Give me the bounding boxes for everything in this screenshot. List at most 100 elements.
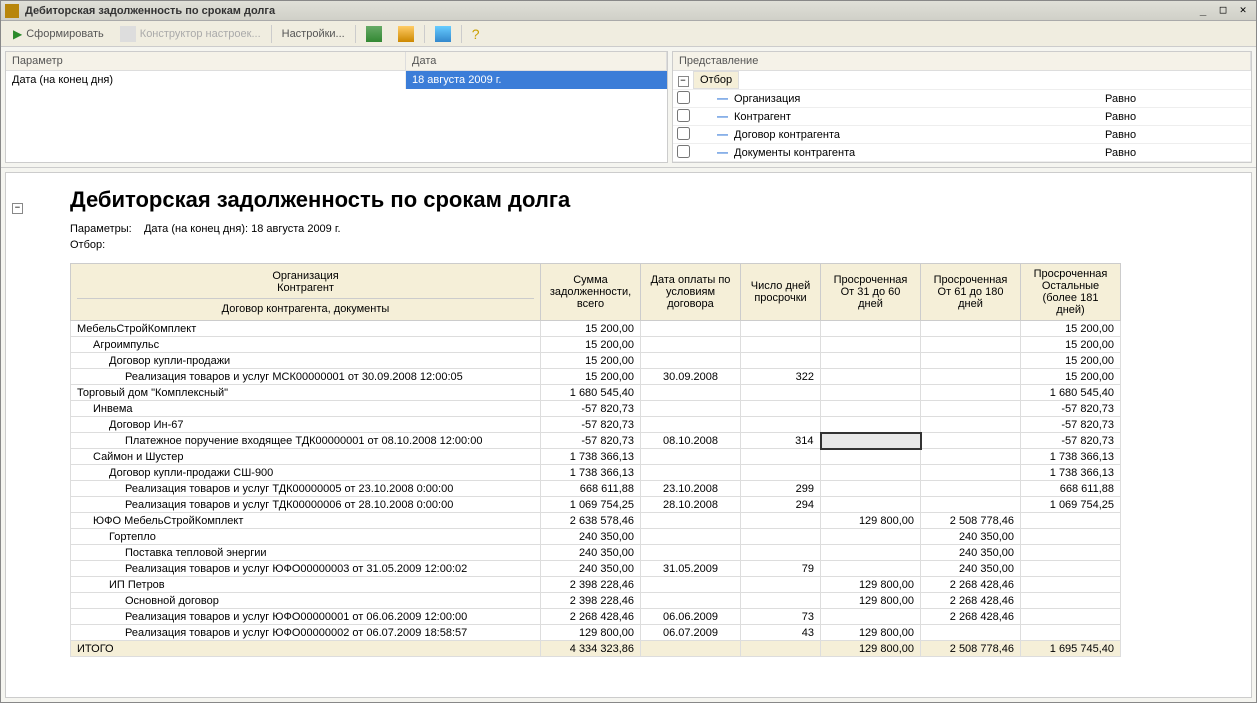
cell-over-31-60 — [821, 545, 921, 561]
cell-days: 322 — [741, 369, 821, 385]
cell-name: Агроимпульс — [71, 337, 541, 353]
cell-name: ИП Петров — [71, 577, 541, 593]
cell-over-31-60 — [821, 449, 921, 465]
cell-over-other: -57 820,73 — [1021, 417, 1121, 433]
filter-checkbox[interactable] — [673, 91, 693, 107]
table-row[interactable]: Реализация товаров и услуг ТДК00000005 о… — [71, 481, 1121, 497]
minimize-button[interactable]: _ — [1194, 3, 1212, 19]
filter-row[interactable]: —Договор контрагентаРавно — [673, 126, 1251, 144]
tool-icon-2[interactable] — [392, 24, 420, 44]
cell-over-other: 1 738 366,13 — [1021, 465, 1121, 481]
table-row[interactable]: МебельСтройКомплект15 200,0015 200,00 — [71, 321, 1121, 337]
cell-over-61-180: 240 350,00 — [921, 529, 1021, 545]
cell-over-61-180 — [921, 465, 1021, 481]
table-row[interactable]: Гортепло240 350,00240 350,00 — [71, 529, 1121, 545]
param-value[interactable]: 18 августа 2009 г. — [406, 71, 667, 89]
cell-date — [641, 353, 741, 369]
cell-sum: 1 738 366,13 — [541, 449, 641, 465]
totals-sum: 4 334 323,86 — [541, 641, 641, 657]
filter-checkbox[interactable] — [673, 127, 693, 143]
cell-name: Реализация товаров и услуг ТДК00000005 о… — [71, 481, 541, 497]
filter-header-label: Представление — [673, 52, 1251, 70]
constructor-label: Конструктор настроек... — [140, 28, 261, 40]
tool-icon-1[interactable] — [360, 24, 388, 44]
cell-over-other: 1 069 754,25 — [1021, 497, 1121, 513]
filter-row[interactable]: —Документы контрагентаРавно — [673, 144, 1251, 162]
filter-root[interactable]: − Отбор — [673, 71, 1251, 90]
cell-days: 79 — [741, 561, 821, 577]
table-row[interactable]: ИП Петров2 398 228,46129 800,002 268 428… — [71, 577, 1121, 593]
filter-relation: Равно — [1101, 127, 1251, 143]
expand-icon[interactable]: − — [673, 74, 693, 87]
filter-relation: Равно — [1101, 145, 1251, 161]
cell-over-other: 668 611,88 — [1021, 481, 1121, 497]
separator — [424, 25, 425, 43]
play-icon: ▶ — [13, 27, 22, 41]
cell-sum: 15 200,00 — [541, 337, 641, 353]
cell-name: Инвема — [71, 401, 541, 417]
filter-row[interactable]: —ОрганизацияРавно — [673, 90, 1251, 108]
cell-over-61-180 — [921, 497, 1021, 513]
settings-button[interactable]: Настройки... — [276, 26, 351, 42]
generate-button[interactable]: ▶ Сформировать — [7, 25, 110, 43]
table-row[interactable]: Договор Ин-67-57 820,73-57 820,73 — [71, 417, 1121, 433]
tool-icon-3[interactable] — [429, 24, 457, 44]
cell-over-other — [1021, 513, 1121, 529]
cell-sum: 240 350,00 — [541, 545, 641, 561]
table-row[interactable]: Агроимпульс15 200,0015 200,00 — [71, 337, 1121, 353]
table-row[interactable]: Основной договор2 398 228,46129 800,002 … — [71, 593, 1121, 609]
cell-name: МебельСтройКомплект — [71, 321, 541, 337]
table-row[interactable]: Договор купли-продажи15 200,0015 200,00 — [71, 353, 1121, 369]
table-row[interactable]: Реализация товаров и услуг ЮФО00000003 о… — [71, 561, 1121, 577]
window-title: Дебиторская задолженность по срокам долг… — [25, 5, 1192, 17]
table-row[interactable]: Торговый дом "Комплексный"1 680 545,401 … — [71, 385, 1121, 401]
table-row[interactable]: Реализация товаров и услуг ТДК00000006 о… — [71, 497, 1121, 513]
document-in-icon — [398, 26, 414, 42]
cell-days — [741, 417, 821, 433]
cell-over-61-180: 2 268 428,46 — [921, 577, 1021, 593]
filter-name: —Организация — [693, 91, 1101, 107]
cell-date — [641, 545, 741, 561]
header-days: Число дней просрочки — [741, 264, 821, 321]
dash-icon: — — [717, 147, 728, 159]
table-row[interactable]: Реализация товаров и услуг ЮФО00000001 о… — [71, 609, 1121, 625]
cell-over-31-60 — [821, 401, 921, 417]
maximize-button[interactable]: □ — [1214, 3, 1232, 19]
table-row[interactable]: Реализация товаров и услуг ЮФО00000002 о… — [71, 625, 1121, 641]
cell-over-61-180 — [921, 625, 1021, 641]
report-table: Организация Контрагент Договор контраген… — [70, 263, 1121, 657]
totals-other: 1 695 745,40 — [1021, 641, 1121, 657]
collapse-all-icon[interactable]: − — [12, 201, 23, 214]
cell-over-61-180 — [921, 449, 1021, 465]
filter-checkbox[interactable] — [673, 145, 693, 161]
cell-over-61-180 — [921, 401, 1021, 417]
cell-days — [741, 321, 821, 337]
filter-relation: Равно — [1101, 91, 1251, 107]
close-button[interactable]: ✕ — [1234, 3, 1252, 19]
cell-over-other: -57 820,73 — [1021, 433, 1121, 449]
table-row[interactable]: Платежное поручение входящее ТДК00000001… — [71, 433, 1121, 449]
cell-over-61-180 — [921, 433, 1021, 449]
filter-panel: Представление − Отбор —ОрганизацияРавно—… — [672, 51, 1252, 163]
table-row[interactable]: Инвема-57 820,73-57 820,73 — [71, 401, 1121, 417]
filter-checkbox[interactable] — [673, 109, 693, 125]
cell-over-61-180: 2 268 428,46 — [921, 593, 1021, 609]
table-row[interactable]: Саймон и Шустер1 738 366,131 738 366,13 — [71, 449, 1121, 465]
cell-date — [641, 321, 741, 337]
filter-name: —Контрагент — [693, 109, 1101, 125]
constructor-button[interactable]: Конструктор настроек... — [114, 24, 267, 44]
cell-name: ЮФО МебельСтройКомплект — [71, 513, 541, 529]
cell-over-31-60 — [821, 529, 921, 545]
cell-over-31-60: 129 800,00 — [821, 513, 921, 529]
table-row[interactable]: ЮФО МебельСтройКомплект2 638 578,46129 8… — [71, 513, 1121, 529]
titlebar: Дебиторская задолженность по срокам долг… — [1, 1, 1256, 21]
document-out-icon — [366, 26, 382, 42]
table-row[interactable]: Договор купли-продажи СШ-9001 738 366,13… — [71, 465, 1121, 481]
param-row[interactable]: Дата (на конец дня) 18 августа 2009 г. — [6, 71, 667, 89]
header-sum: Сумма задолженности, всего — [541, 264, 641, 321]
table-row[interactable]: Поставка тепловой энергии240 350,00240 3… — [71, 545, 1121, 561]
table-row[interactable]: Реализация товаров и услуг МСК00000001 о… — [71, 369, 1121, 385]
help-button[interactable]: ? — [466, 24, 486, 44]
cell-sum: 1 680 545,40 — [541, 385, 641, 401]
filter-row[interactable]: —КонтрагентРавно — [673, 108, 1251, 126]
